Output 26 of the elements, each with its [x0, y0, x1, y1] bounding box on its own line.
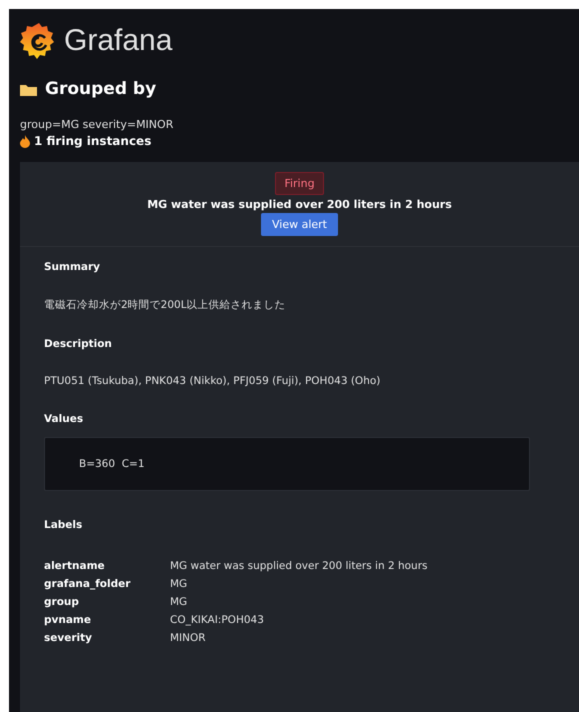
state-badge: Firing	[275, 172, 324, 195]
values-block: B=360 C=1	[44, 437, 530, 491]
label-key: pvname	[44, 614, 170, 626]
label-value: CO_KIKAI:POH043	[170, 614, 265, 626]
section-text: 電磁石冷却水が2時間で200L以上供給されました	[44, 298, 287, 312]
label-key: grafana_folder	[44, 578, 170, 590]
firing-count: 1 firing instances	[34, 134, 152, 148]
label-key: severity	[44, 632, 170, 644]
brand-name: Grafana	[64, 24, 172, 58]
section-title: Description	[44, 338, 113, 350]
section-title: Summary	[44, 261, 102, 273]
label-value: MINOR	[170, 632, 207, 644]
section-title: Values	[44, 413, 84, 425]
label-key: alertname	[44, 560, 170, 572]
label-value: MG	[170, 596, 188, 608]
label-value: MG water was supplied over 200 liters in 2 hours	[170, 560, 428, 572]
view-alert-button[interactable]: View alert	[261, 213, 338, 236]
folder-icon	[20, 82, 37, 96]
section-text: PTU051 (Tsukuba), PNK043 (Nikko), PFJ059 (Fuji), POH043 (Oho)	[44, 375, 382, 387]
label-key: group	[44, 596, 170, 608]
group-heading: Grouped by	[45, 79, 156, 99]
flame-icon	[20, 134, 30, 148]
alert-title: MG water was supplied over 200 liters in 2 hours	[147, 198, 452, 211]
label-value: MG	[170, 578, 188, 590]
section-title: Labels	[44, 519, 84, 531]
group-labels: group=MG severity=MINOR	[20, 118, 174, 131]
